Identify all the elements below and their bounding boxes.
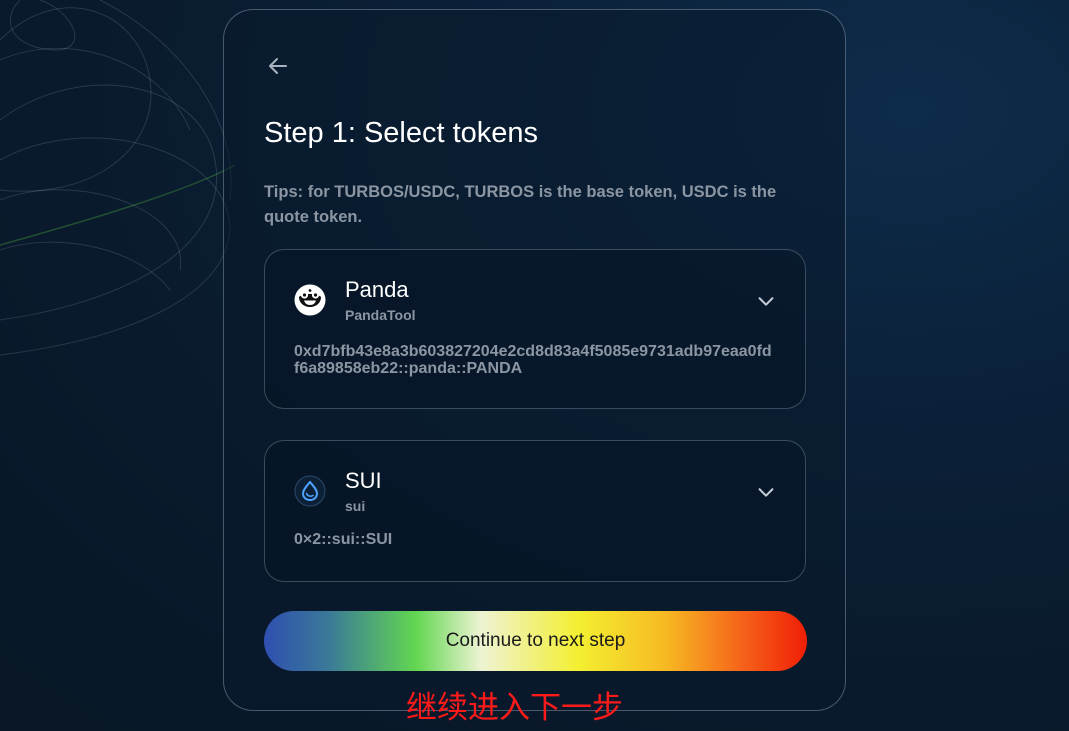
base-token-name: Panda: [345, 277, 409, 302]
chevron-down-icon: [758, 297, 774, 306]
back-button[interactable]: [264, 52, 292, 80]
chevron-down-icon: [758, 488, 774, 497]
select-tokens-card: Step 1: Select tokens Tips: for TURBOS/U…: [223, 9, 846, 711]
quote-token-selector[interactable]: SUI sui 0×2::sui::SUI: [264, 440, 806, 582]
continue-button[interactable]: Continue to next step: [264, 611, 807, 671]
tips-text: Tips: for TURBOS/USDC, TURBOS is the bas…: [264, 183, 777, 226]
base-token-subtitle: PandaTool: [345, 307, 416, 323]
page-title: Step 1: Select tokens: [264, 117, 539, 149]
annotation-label: 继续进入下一步: [406, 690, 623, 726]
quote-token-subtitle: sui: [345, 498, 366, 514]
base-token-selector[interactable]: Panda PandaTool 0xd7bfb43e8a3b603827204e…: [264, 249, 806, 409]
sui-logo-icon: [294, 475, 326, 507]
quote-token-name: SUI: [345, 468, 382, 493]
quote-token-address: 0×2::sui::SUI: [294, 531, 393, 548]
panda-logo-icon: [294, 284, 326, 316]
base-token-address: 0xd7bfb43e8a3b603827204e2cd8d83a4f5085e9…: [294, 343, 772, 377]
arrow-left-icon: [269, 58, 287, 74]
